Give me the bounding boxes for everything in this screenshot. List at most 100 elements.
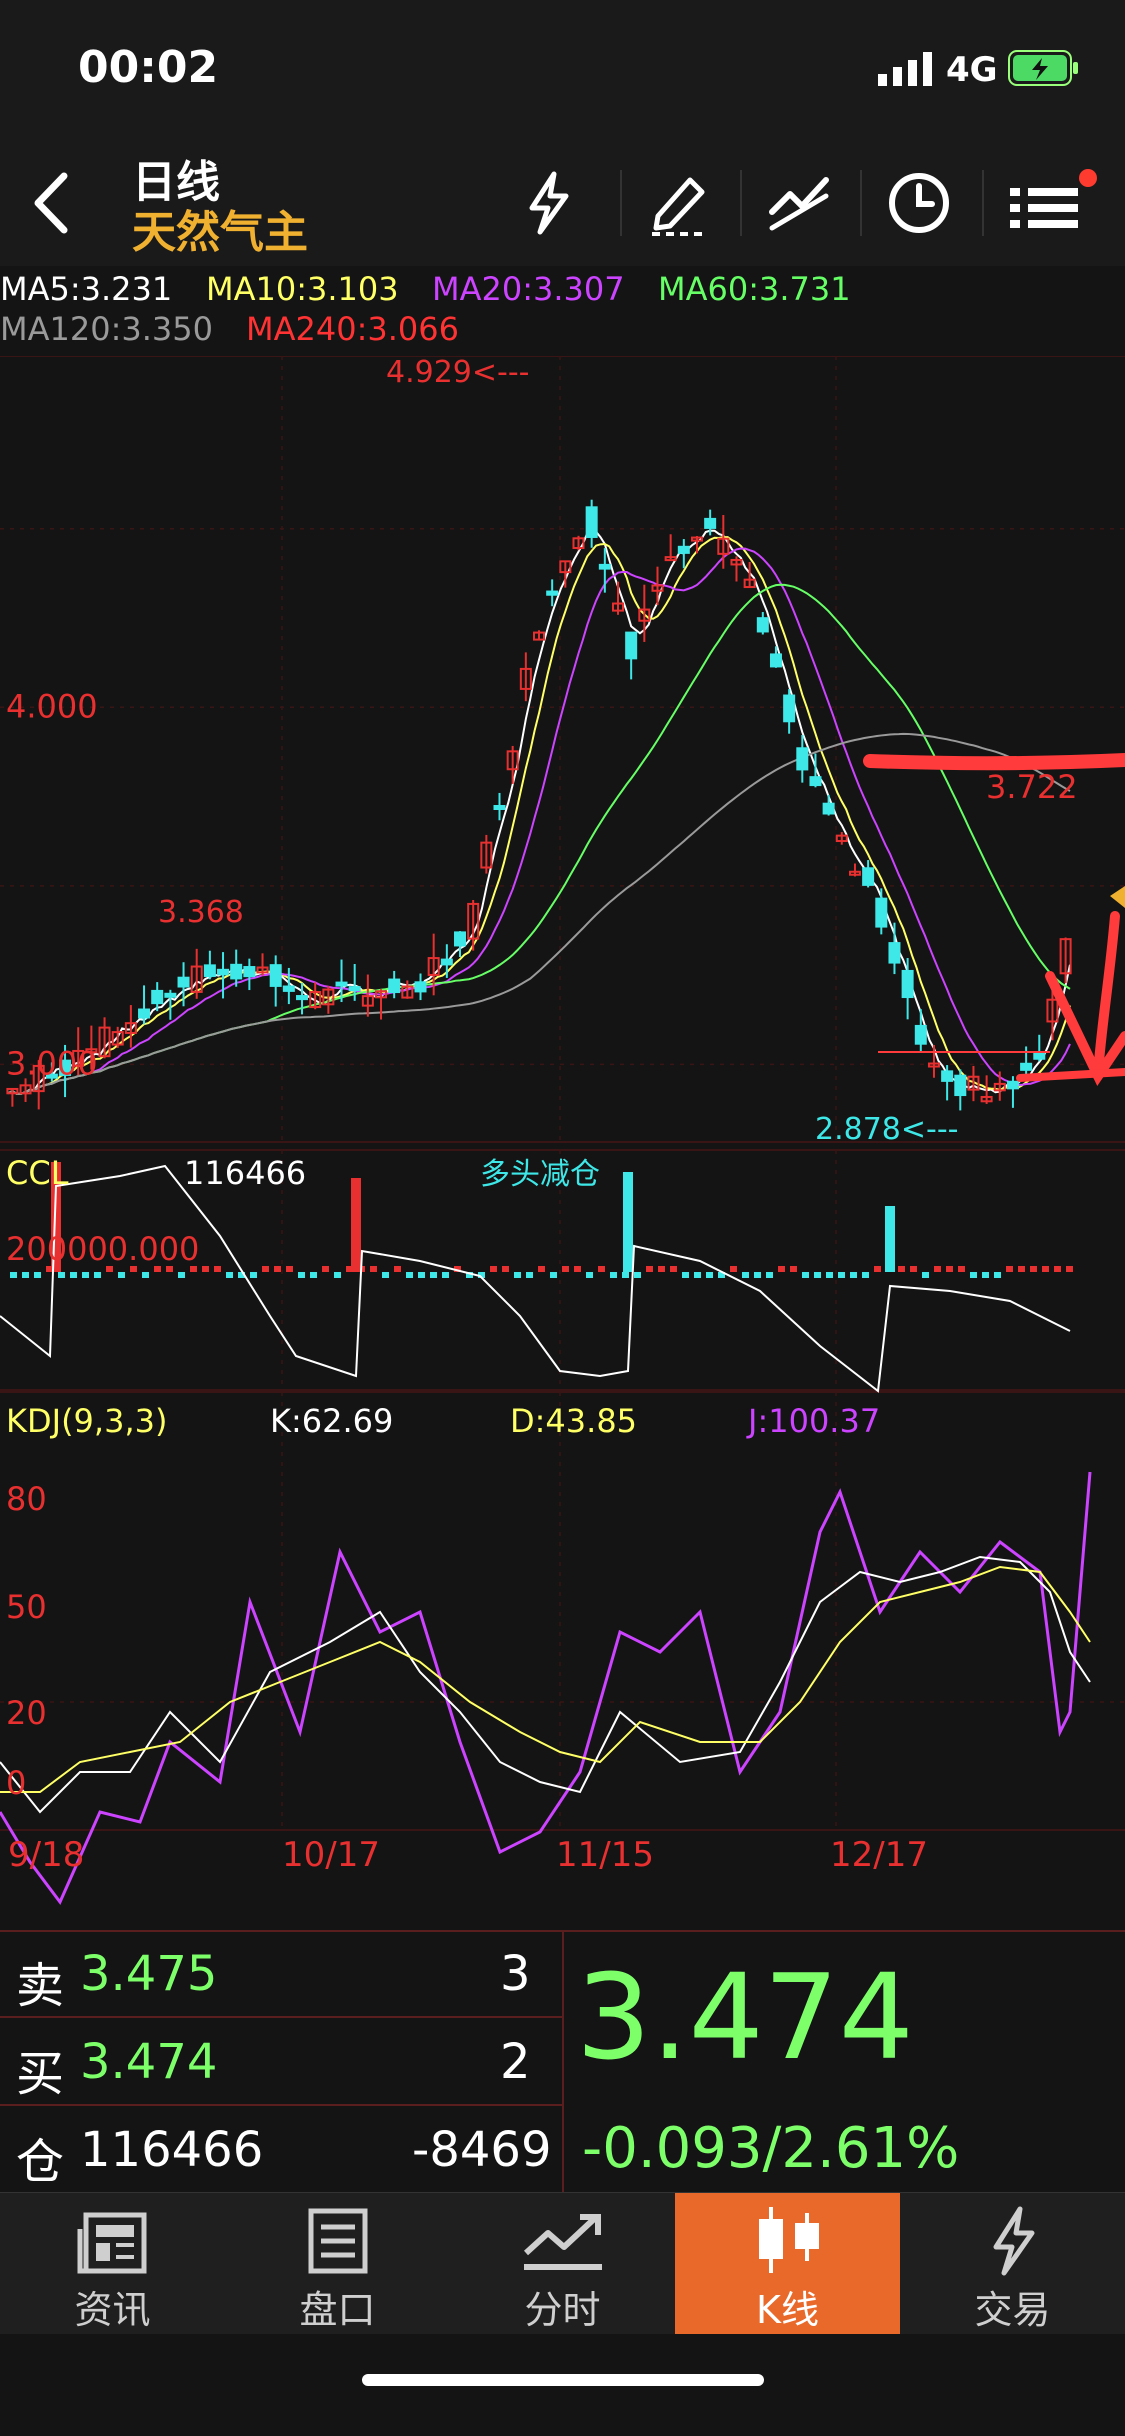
candle-body: [954, 1074, 967, 1097]
candle-body: [1033, 1051, 1046, 1060]
hand-drawn-annotations: [863, 753, 1125, 1087]
ma-legend-item: MA240:3.066: [246, 310, 459, 348]
ccl-bar: [586, 1272, 593, 1278]
annotation-stroke: [1016, 1068, 1125, 1082]
candlestick-icon: [759, 2207, 819, 2273]
ccl-bar: [946, 1266, 953, 1272]
ccl-bar: [1054, 1266, 1061, 1272]
annotation-stroke: [863, 753, 1125, 771]
ccl-bar: [250, 1272, 257, 1278]
ccl-bar: [334, 1272, 341, 1278]
tab-orderbook-label: 盘口: [299, 2288, 376, 2332]
tab-kline[interactable]: K线: [675, 2193, 900, 2335]
chevron-left-icon[interactable]: [28, 170, 72, 236]
menu-icon[interactable]: [1004, 160, 1104, 240]
trade-lightning-icon: [993, 2206, 1035, 2276]
right-price-label: 3.722: [986, 768, 1078, 806]
ma-line: [7, 536, 1071, 1095]
tab-timeshare-label: 分时: [524, 2288, 601, 2332]
ma-legend-item: MA5:3.231: [0, 270, 173, 308]
tab-trade[interactable]: 交易: [900, 2193, 1125, 2335]
ccl-bar: [670, 1266, 677, 1272]
ccl-bar: [394, 1266, 401, 1272]
candle-body: [414, 981, 427, 993]
ccl-bar: [322, 1266, 329, 1272]
status-time: 00:02: [78, 42, 219, 93]
ccl-bar: [634, 1272, 641, 1278]
ccl-bar: [850, 1272, 857, 1278]
tab-timeshare[interactable]: 分时: [450, 2193, 675, 2335]
ccl-bar: [682, 1272, 689, 1278]
ccl-bar: [898, 1266, 905, 1272]
ma-legend: MA5:3.231 MA10:3.103 MA20:3.307 MA60:3.731 M…: [0, 266, 1125, 356]
candle-body: [493, 805, 506, 811]
price-change: -0.093/2.61%: [582, 2116, 960, 2181]
ccl-bar: [958, 1266, 965, 1272]
ccl-bar: [430, 1272, 437, 1278]
candle-body: [296, 995, 309, 1001]
price-axis-label: 3.000: [6, 1044, 98, 1082]
kdj-d-value: D:43.85: [510, 1402, 637, 1440]
candle-body: [282, 985, 295, 992]
candle-body: [598, 563, 611, 570]
buy-price[interactable]: 3.474: [80, 2034, 217, 2090]
ccl-bar: [910, 1266, 917, 1272]
ccl-bar: [1066, 1266, 1073, 1272]
ccl-bar: [22, 1272, 29, 1278]
ccl-bar: [58, 1272, 65, 1278]
bottom-tab-bar: 资讯 盘口 分时 K线 交易: [0, 2192, 1125, 2335]
signal-icon: [878, 52, 932, 86]
tab-news-label: 资讯: [74, 2288, 151, 2332]
home-indicator[interactable]: [362, 2374, 764, 2386]
ccl-bar: [742, 1272, 749, 1278]
draw-pen-icon[interactable]: [644, 166, 714, 236]
tab-trade-label: 交易: [974, 2288, 1051, 2332]
chart-labels: 4.000 3.000 4.929<--- 3.368 2.878<--- 3.722 CC…: [6, 355, 1078, 1875]
kdj-title: KDJ(9,3,3): [6, 1402, 167, 1440]
ccl-bar: [202, 1266, 209, 1272]
ccl-spike: [885, 1206, 895, 1272]
x-axis-date: 11/15: [556, 1835, 654, 1875]
sell-price[interactable]: 3.475: [80, 1946, 217, 2002]
local-high-label: 3.368: [158, 895, 244, 930]
tab-news[interactable]: 资讯: [0, 2193, 225, 2335]
open-interest-value: 116466: [80, 2122, 264, 2178]
lightning-icon[interactable]: [524, 170, 572, 236]
ccl-panel: [0, 1162, 1073, 1393]
ccl-bar: [778, 1266, 785, 1272]
last-price: 3.474: [576, 1948, 914, 2086]
candle-body: [1020, 1062, 1033, 1071]
trend-line-icon[interactable]: [764, 166, 834, 236]
ccl-bar: [70, 1272, 77, 1278]
candle-body: [901, 969, 914, 999]
ma-legend-item: MA20:3.307: [432, 270, 625, 308]
ccl-bar: [622, 1272, 629, 1278]
chart-area[interactable]: 4.000 3.000 4.929<--- 3.368 2.878<--- 3.722 CC…: [0, 355, 1125, 2033]
ccl-bar: [1042, 1266, 1049, 1272]
ccl-bar: [262, 1266, 269, 1272]
clock-icon[interactable]: [884, 166, 954, 236]
moving-average-lines: [7, 529, 1071, 1095]
ccl-title: CCL: [6, 1154, 69, 1192]
ccl-bar: [874, 1266, 881, 1272]
candlestick-chart[interactable]: 4.000 3.000 4.929<--- 3.368 2.878<--- 3.722 CC…: [0, 355, 1125, 2033]
kdj-y-tick: 80: [6, 1480, 47, 1518]
ccl-bar: [442, 1272, 449, 1278]
ccl-bar: [934, 1266, 941, 1272]
ccl-bar: [286, 1266, 293, 1272]
ccl-bar: [802, 1272, 809, 1278]
orderbook-icon: [308, 2208, 368, 2274]
x-axis-date: 10/17: [282, 1835, 380, 1875]
candle-body: [348, 986, 361, 992]
ccl-bar: [490, 1266, 497, 1272]
tab-orderbook[interactable]: 盘口: [225, 2193, 450, 2335]
candle-body: [769, 653, 782, 668]
open-interest-label: 仓: [16, 2134, 65, 2190]
ccl-bar: [1030, 1266, 1037, 1272]
candle-body: [914, 1024, 927, 1045]
candle-body: [677, 545, 690, 554]
candle-body: [796, 747, 809, 771]
ccl-bar: [418, 1272, 425, 1278]
ccl-bar: [10, 1272, 17, 1278]
ccl-bar: [502, 1266, 509, 1272]
